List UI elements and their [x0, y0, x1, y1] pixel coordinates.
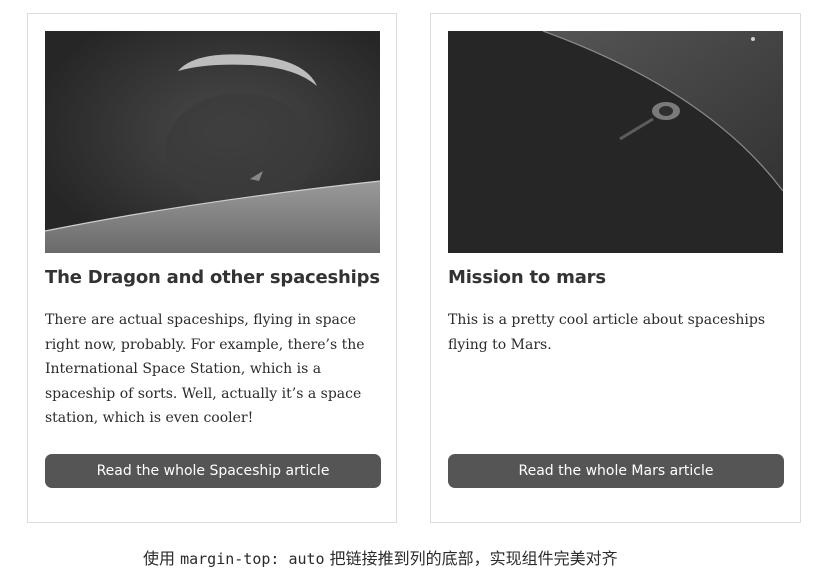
caption-text-before: 使用 [143, 549, 181, 568]
read-spaceship-article-button[interactable]: Read the whole Spaceship article [45, 454, 381, 488]
read-mars-article-button[interactable]: Read the whole Mars article [448, 454, 784, 488]
spaceship-illustration [45, 31, 380, 253]
spaceship-article-card: The Dragon and other spaceships There ar… [27, 13, 397, 523]
card-title: Mission to mars [448, 267, 606, 288]
caption-code: margin-top: auto [180, 550, 325, 568]
card-title: The Dragon and other spaceships [45, 267, 380, 288]
figure-caption: 使用 margin-top: auto 把链接推到列的底部，实现组件完美对齐 [143, 545, 618, 569]
mars-article-card: Mission to mars This is a pretty cool ar… [430, 13, 801, 523]
cards-row: The Dragon and other spaceships There ar… [27, 13, 802, 525]
caption-text-after: 把链接推到列的底部，实现组件完美对齐 [324, 549, 618, 568]
mars-illustration [448, 31, 783, 253]
card-text: There are actual spaceships, flying in s… [45, 312, 365, 426]
mars-image [448, 31, 783, 253]
card-text: This is a pretty cool article about spac… [448, 312, 766, 353]
spaceship-image [45, 31, 380, 253]
